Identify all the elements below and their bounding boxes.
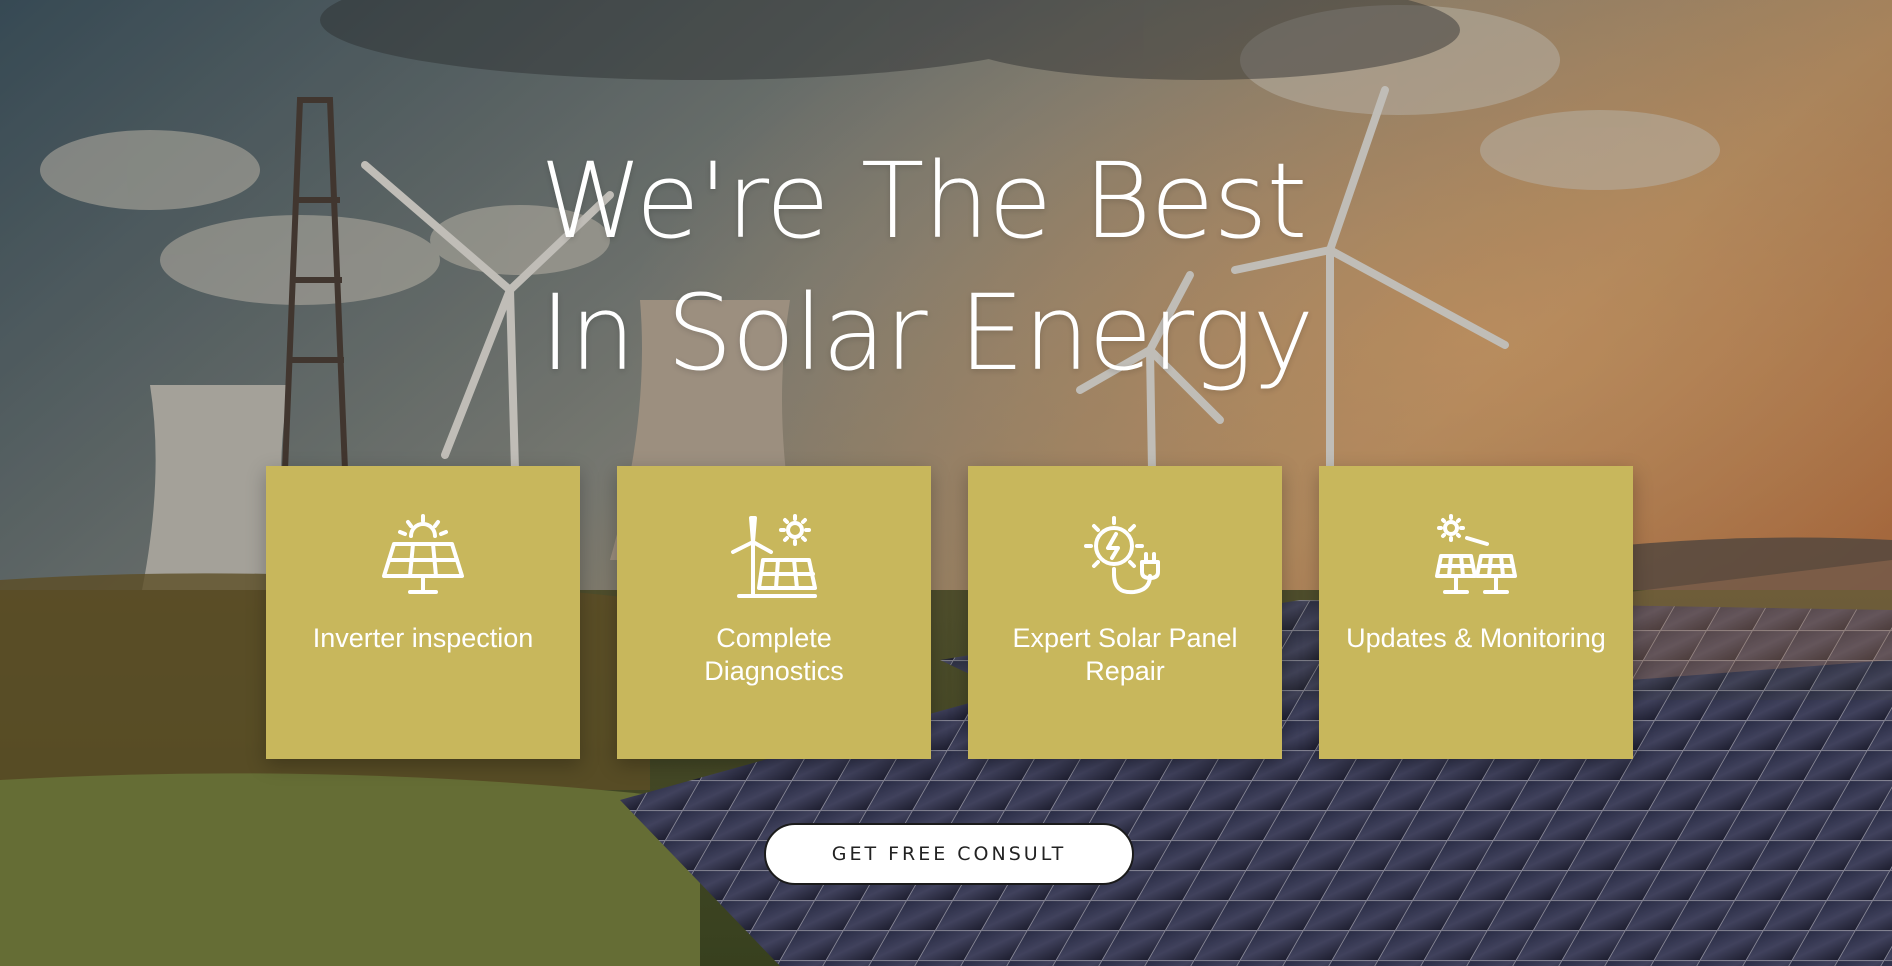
service-card-inverter-inspection[interactable]: Inverter inspection (266, 466, 580, 759)
service-card-title: Inverter inspection (312, 623, 534, 653)
sun-plug-icon (1080, 512, 1170, 602)
wind-solar-icon (729, 512, 819, 602)
get-free-consult-button[interactable]: GET FREE CONSULT (764, 823, 1134, 885)
service-card-complete-diagnostics[interactable]: Complete Diagnostics (617, 466, 931, 759)
hero-headline: We're The Best In Solar Energy (540, 135, 1360, 399)
service-card-updates-monitoring[interactable]: Updates & Monitoring (1319, 466, 1633, 759)
service-card-expert-solar-panel-repair[interactable]: Expert Solar Panel Repair (968, 466, 1282, 759)
headline-line-1: We're The Best (540, 140, 1307, 262)
service-cards: Inverter inspection Complete Diagnostics (266, 466, 1633, 759)
solar-panel-sun-icon (378, 512, 468, 602)
hero-section: We're The Best In Solar Energy Inverter … (0, 0, 1892, 966)
headline-line-2: In Solar Energy (540, 272, 1314, 394)
service-card-title: Complete Diagnostics (704, 623, 844, 686)
solar-array-icon (1431, 512, 1521, 602)
service-card-title: Updates & Monitoring (1346, 623, 1606, 653)
service-card-title: Expert Solar Panel Repair (1012, 623, 1238, 686)
